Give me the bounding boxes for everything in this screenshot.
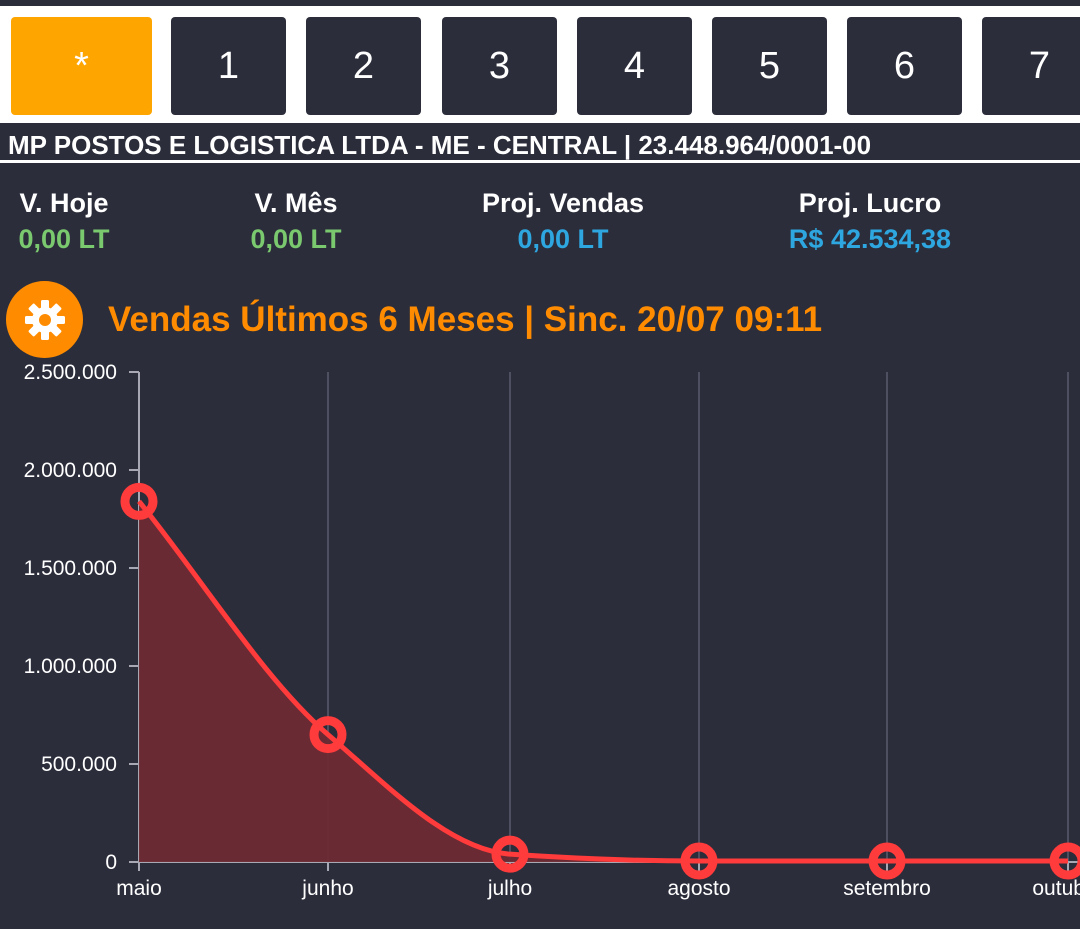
stat-proj-profit: Proj. Lucro R$ 42.534,38	[720, 186, 1020, 258]
y-tick-label: 1.500.000	[24, 557, 117, 580]
tab-3[interactable]: 3	[442, 17, 557, 115]
tab-4[interactable]: 4	[577, 17, 692, 115]
tab-5[interactable]: 5	[712, 17, 827, 115]
x-tick-label-maio: maio	[116, 877, 162, 900]
chart-title: Vendas Últimos 6 Meses | Sinc. 20/07 09:…	[108, 300, 823, 339]
stat-proj-sales: Proj. Vendas 0,00 LT	[413, 186, 713, 258]
tab-all[interactable]: *	[11, 17, 152, 115]
x-tick-label-agosto: agosto	[667, 877, 730, 900]
tab-bar: * 1 2 3 4 5 6 7	[0, 0, 1080, 125]
y-tick-label: 1.000.000	[24, 655, 117, 678]
y-tick-label: 500.000	[41, 753, 117, 776]
stat-proj-profit-label: Proj. Lucro	[798, 188, 942, 218]
tab-1[interactable]: 1	[171, 17, 286, 115]
y-tick-label: 0	[105, 851, 117, 874]
stat-proj-profit-value: R$ 42.534,38	[788, 224, 952, 254]
y-tick-label: 2.500.000	[24, 361, 117, 384]
settings-button[interactable]	[6, 281, 83, 358]
stat-month-value: 0,00 LT	[250, 224, 342, 254]
x-tick-label-outubro: outubro	[1032, 877, 1080, 900]
stat-proj-sales-label: Proj. Vendas	[481, 188, 645, 218]
gear-icon	[24, 299, 65, 340]
tab-7[interactable]: 7	[982, 17, 1080, 115]
stat-month-label: V. Mês	[254, 188, 338, 218]
x-tick-label-junho: junho	[301, 877, 353, 900]
sales-chart: 0 500.000 1.000.000 1.500.000 2.000.000 2.500…	[24, 361, 1080, 900]
tab-6[interactable]: 6	[847, 17, 962, 115]
stat-proj-sales-value: 0,00 LT	[517, 224, 609, 254]
y-tick-label: 2.000.000	[24, 459, 117, 482]
x-tick-label-julho: julho	[487, 877, 532, 900]
company-name: MP POSTOS E LOGISTICA LTDA - ME - CENTRA…	[0, 125, 1080, 163]
stat-month: V. Mês 0,00 LT	[146, 186, 446, 258]
x-tick-label-setembro: setembro	[843, 877, 931, 900]
tab-2[interactable]: 2	[306, 17, 421, 115]
